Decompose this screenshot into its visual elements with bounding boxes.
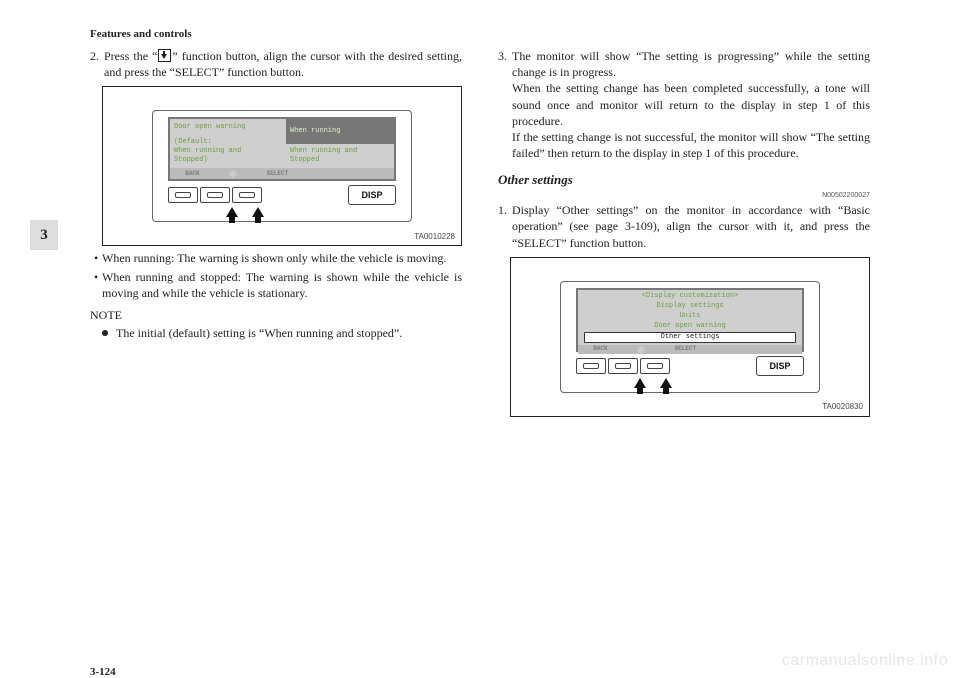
disp-button: DISP bbox=[348, 185, 396, 205]
left-column: 2. Press the “” function button, align t… bbox=[90, 48, 462, 421]
screen-list: <Display customization> Display settings… bbox=[578, 290, 802, 346]
menu-item: Door open warning bbox=[584, 322, 796, 332]
up-arrow-icon bbox=[226, 207, 238, 217]
diamond-icon bbox=[637, 345, 645, 353]
setting-title: Door open warning bbox=[174, 123, 282, 132]
option-line: When running and bbox=[290, 147, 357, 156]
note-text: The initial (default) setting is “When r… bbox=[116, 325, 462, 341]
lcd-screen: <Display customization> Display settings… bbox=[576, 288, 804, 352]
bullet-marker: • bbox=[94, 269, 102, 301]
default-line: When running and bbox=[174, 147, 282, 156]
paragraph: The monitor will show “The setting is pr… bbox=[512, 48, 870, 80]
footer-back: BACK bbox=[593, 345, 607, 353]
bullet-list: • When running: The warning is shown onl… bbox=[90, 250, 462, 301]
menu-item: Display settings bbox=[584, 302, 796, 312]
monitor-device: <Display customization> Display settings… bbox=[560, 281, 820, 393]
reference-number: N00502200027 bbox=[498, 191, 870, 200]
step-number: 1. bbox=[498, 202, 512, 251]
menu-item: Units bbox=[584, 312, 796, 322]
up-arrow-icon bbox=[252, 207, 264, 217]
note-item: The initial (default) setting is “When r… bbox=[102, 325, 462, 341]
subheading-other-settings: Other settings bbox=[498, 171, 870, 189]
step-1: 1. Display “Other settings” on the monit… bbox=[498, 202, 870, 251]
screen-left-pane: Door open warning (Default: When running… bbox=[170, 119, 286, 168]
up-arrow-icon bbox=[634, 378, 646, 388]
footer-back: BACK bbox=[185, 170, 199, 178]
button-row: DISP bbox=[168, 185, 396, 205]
paragraph: If the setting change is not successful,… bbox=[512, 129, 870, 161]
figure-1: Door open warning (Default: When running… bbox=[102, 86, 462, 246]
filled-circle-icon bbox=[102, 325, 116, 341]
bullet-text: When running: The warning is shown only … bbox=[102, 250, 462, 266]
footer-select: SELECT bbox=[267, 170, 289, 178]
pointer-arrows bbox=[226, 207, 264, 217]
hw-button-2 bbox=[608, 358, 638, 374]
page-number: 3-124 bbox=[90, 666, 116, 678]
figure-id: TA0010228 bbox=[414, 232, 455, 243]
menu-item-selected: Other settings bbox=[584, 332, 796, 344]
bullet-marker: • bbox=[94, 250, 102, 266]
screen-title: <Display customization> bbox=[584, 292, 796, 301]
hw-button-1 bbox=[168, 187, 198, 203]
pointer-arrows bbox=[634, 378, 672, 388]
disp-button: DISP bbox=[756, 356, 804, 376]
screen-right-pane: When running When running and Stopped bbox=[286, 119, 394, 168]
option-line: Stopped bbox=[290, 156, 319, 165]
option: When running and Stopped bbox=[286, 144, 394, 169]
diamond-icon bbox=[229, 170, 237, 178]
section-header: Features and controls bbox=[90, 28, 870, 40]
default-line: Stopped) bbox=[174, 156, 282, 165]
step-text: Display “Other settings” on the monitor … bbox=[512, 202, 870, 251]
step-number: 2. bbox=[90, 48, 104, 80]
screen-footer: BACK SELECT bbox=[578, 345, 802, 353]
chapter-tab: 3 bbox=[30, 220, 58, 250]
monitor-device: Door open warning (Default: When running… bbox=[152, 110, 412, 222]
step-text: Press the “” function button, align the … bbox=[104, 48, 462, 80]
step-text: The monitor will show “The setting is pr… bbox=[512, 48, 870, 161]
button-row: DISP bbox=[576, 356, 804, 376]
default-line: (Default: bbox=[174, 138, 282, 147]
footer-select: SELECT bbox=[675, 345, 697, 353]
figure-2: <Display customization> Display settings… bbox=[510, 257, 870, 417]
screen-footer: BACK SELECT bbox=[170, 168, 394, 179]
down-arrow-icon bbox=[158, 49, 171, 62]
watermark: carmanualsonline.info bbox=[782, 652, 948, 670]
paragraph: When the setting change has been complet… bbox=[512, 80, 870, 129]
hw-button-3 bbox=[640, 358, 670, 374]
hw-button-1 bbox=[576, 358, 606, 374]
option-selected: When running bbox=[286, 119, 394, 144]
list-item: • When running and stopped: The warning … bbox=[94, 269, 462, 301]
bullet-text: When running and stopped: The warning is… bbox=[102, 269, 462, 301]
list-item: • When running: The warning is shown onl… bbox=[94, 250, 462, 266]
hw-button-3 bbox=[232, 187, 262, 203]
right-column: 3. The monitor will show “The setting is… bbox=[498, 48, 870, 421]
step-2: 2. Press the “” function button, align t… bbox=[90, 48, 462, 80]
step-number: 3. bbox=[498, 48, 512, 161]
figure-id: TA0020830 bbox=[822, 402, 863, 413]
hw-button-2 bbox=[200, 187, 230, 203]
text-frag: Press the “ bbox=[104, 49, 157, 63]
up-arrow-icon bbox=[660, 378, 672, 388]
step-3: 3. The monitor will show “The setting is… bbox=[498, 48, 870, 161]
note-heading: NOTE bbox=[90, 307, 462, 323]
lcd-screen: Door open warning (Default: When running… bbox=[168, 117, 396, 181]
